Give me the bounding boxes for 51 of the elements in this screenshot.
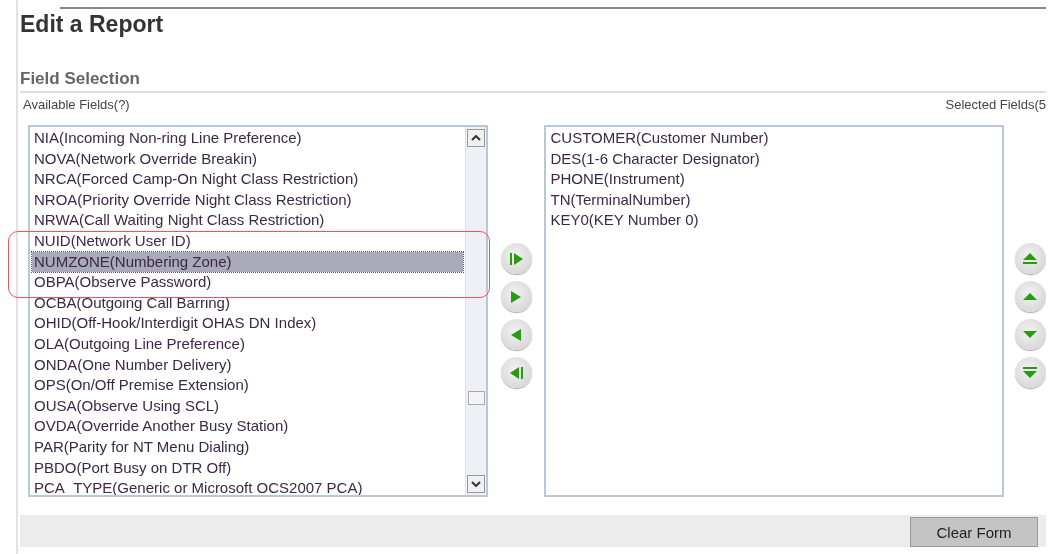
caret-icon xyxy=(470,135,481,141)
list-item[interactable]: PAR(Parity for NT Menu Dialing) xyxy=(32,436,463,458)
list-box[interactable] xyxy=(28,125,488,497)
bottom-arrow-icon xyxy=(1023,367,1038,378)
down-arrow-icon xyxy=(1023,331,1038,338)
list-item[interactable]: NRCA(Forced Camp-On Night Class Restriction) xyxy=(32,169,463,190)
move-button[interactable] xyxy=(500,319,532,350)
list-item[interactable]: OVDA(Override Another Busy Station) xyxy=(32,416,463,437)
list-item[interactable]: OBPA(Observe Password) xyxy=(32,272,463,293)
order-button[interactable] xyxy=(1015,243,1046,274)
selected-fields-label: Selected Fields(5 xyxy=(945,96,1046,112)
last-arrow-icon xyxy=(509,366,523,379)
list-item[interactable]: DES(1-6 Character Designator) xyxy=(548,148,1001,170)
top-arrow-icon xyxy=(1023,253,1038,264)
list-item[interactable]: OPS(On/Off Premise Extension) xyxy=(32,375,463,396)
list-item[interactable]: NUID(Network User ID) xyxy=(32,230,463,252)
move-button[interactable] xyxy=(500,243,532,274)
move-button[interactable] xyxy=(500,357,532,388)
scroll-up-button[interactable] xyxy=(466,129,485,147)
available-fields-label: Available Fields(?) xyxy=(23,96,130,112)
clear-form-button[interactable]: Clear Form xyxy=(910,517,1038,547)
list-item[interactable]: NOVA(Network Override Breakin) xyxy=(32,148,463,170)
scrollbar[interactable] xyxy=(464,127,486,495)
left-arrow-icon xyxy=(511,328,521,341)
list-box[interactable]: CUSTOMER(Customer Number) DES(1-6 Character Designator) PHONE(Instrument) TN(TerminalNumber) KEY0(KEY Number 0) xyxy=(544,125,1005,497)
section-title: Field Selection xyxy=(20,69,1046,93)
order-button[interactable] xyxy=(1015,281,1046,312)
scroll-down-button[interactable] xyxy=(466,475,485,493)
list-item[interactable]: NRWA(Call Waiting Night Class Restriction) xyxy=(32,210,463,231)
up-arrow-icon xyxy=(1023,293,1038,300)
list-item[interactable]: ONDA(One Number Delivery) xyxy=(32,354,463,376)
move-button[interactable] xyxy=(500,281,532,312)
list-item[interactable]: NROA(Priority Override Night Class Restriction) xyxy=(32,189,463,211)
list-item[interactable]: CUSTOMER(Customer Number) xyxy=(548,128,1001,149)
order-button[interactable] xyxy=(1015,319,1046,350)
list-item[interactable]: NUMZONE(Numbering Zone) xyxy=(32,251,463,273)
first-arrow-icon xyxy=(509,252,523,265)
list-item[interactable]: OHID(Off-Hook/Interdigit OHAS DN Index) xyxy=(32,313,463,334)
page-title: Edit a Report xyxy=(20,11,165,39)
list-item[interactable]: NIA(Incoming Non-ring Line Preference) xyxy=(32,128,463,149)
list-item[interactable]: KEY0(KEY Number 0) xyxy=(548,210,1001,231)
list-item[interactable]: PHONE(Instrument) xyxy=(548,169,1001,190)
list-item[interactable]: OUSA(Observe Using SCL) xyxy=(32,395,463,417)
caret-icon xyxy=(470,481,481,487)
list-item[interactable]: PBDO(Port Busy on DTR Off) xyxy=(32,457,463,479)
scroll-thumb[interactable] xyxy=(467,391,485,405)
right-arrow-icon xyxy=(511,290,521,303)
list-item[interactable]: OLA(Outgoing Line Preference) xyxy=(32,333,463,355)
order-button[interactable] xyxy=(1015,357,1046,388)
list-item[interactable]: TN(TerminalNumber) xyxy=(548,189,1001,211)
list-item[interactable]: OCBA(Outgoing Call Barring) xyxy=(32,292,463,314)
